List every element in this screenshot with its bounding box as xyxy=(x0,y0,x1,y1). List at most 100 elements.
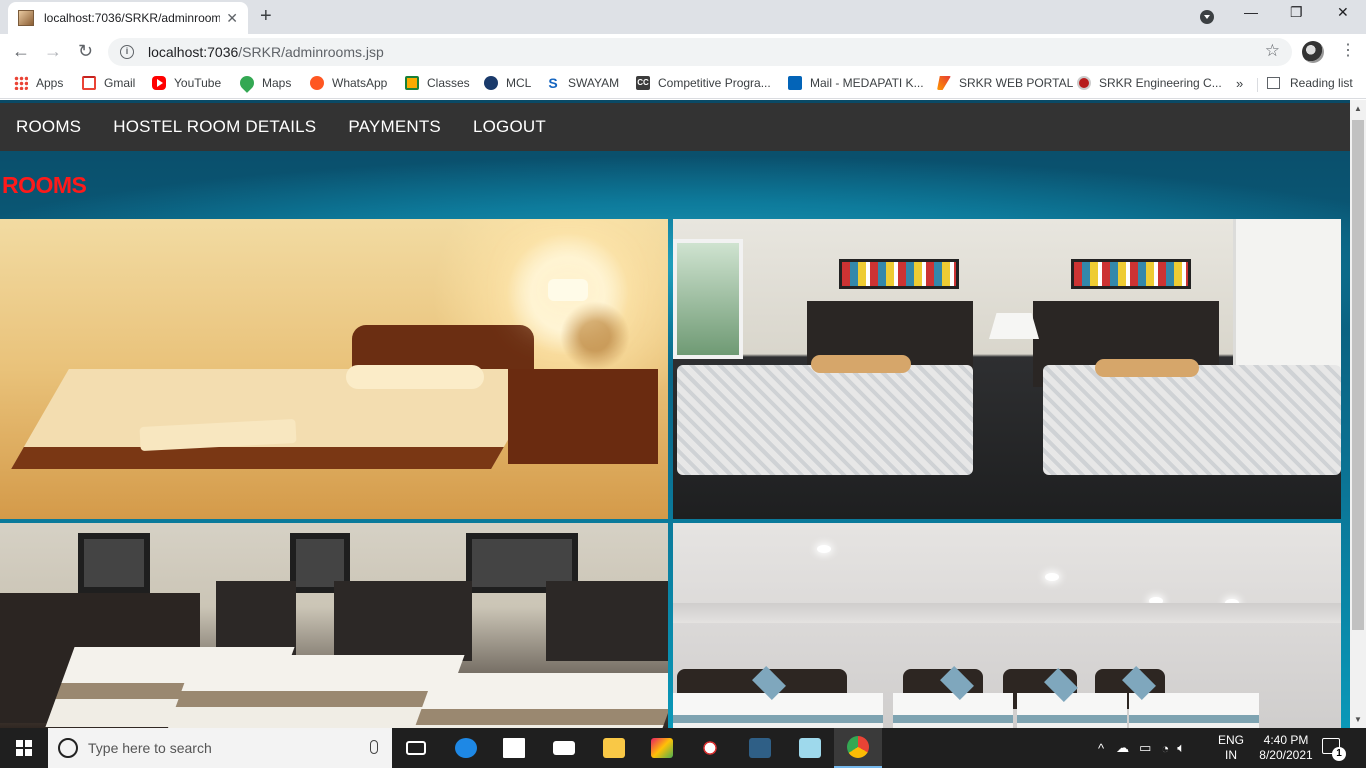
forward-button[interactable]: → xyxy=(44,41,62,62)
onedrive-cloud-icon[interactable]: ☁ xyxy=(1116,740,1129,756)
cc-icon: CC xyxy=(636,76,650,90)
search-placeholder: Type here to search xyxy=(88,740,212,756)
srkr-college-icon xyxy=(1077,76,1091,90)
bookmark-classes[interactable]: Classes xyxy=(405,76,470,90)
maps-icon xyxy=(237,73,257,93)
chrome-icon xyxy=(847,736,869,758)
close-window-button[interactable]: ✕ xyxy=(1337,4,1349,21)
youtube-icon xyxy=(152,76,166,90)
minimize-button[interactable]: — xyxy=(1244,4,1258,20)
apps-icon xyxy=(14,76,28,90)
tray-chevron-icon[interactable]: ^ xyxy=(1098,741,1104,756)
page-favicon-icon xyxy=(18,10,34,26)
taskbar-store[interactable] xyxy=(490,728,538,768)
bookmark-whatsapp[interactable]: WhatsApp xyxy=(310,76,387,90)
tab-search-icon[interactable] xyxy=(1200,10,1214,24)
room-photo-single-bed xyxy=(0,219,668,519)
battery-icon[interactable]: ▭ xyxy=(1139,740,1151,756)
site-info-icon[interactable]: i xyxy=(120,45,134,59)
taskbar-search-box[interactable]: Type here to search xyxy=(48,728,392,768)
taskbar-mail[interactable] xyxy=(540,728,588,768)
mail-icon xyxy=(553,741,575,755)
windows-logo-icon xyxy=(16,740,32,756)
bookmark-mcl[interactable]: MCL xyxy=(484,76,531,90)
gmail-icon xyxy=(82,76,96,90)
bookmarks-bar: Apps Gmail YouTube Maps WhatsApp Classes… xyxy=(0,70,1366,99)
bookmark-srkr-college[interactable]: SRKR Engineering C... xyxy=(1077,76,1222,90)
taskbar-notepad[interactable] xyxy=(786,728,834,768)
bookmark-mail[interactable]: Mail - MEDAPATI K... xyxy=(788,76,924,90)
profile-avatar[interactable] xyxy=(1302,41,1324,63)
restore-button[interactable]: ❐ xyxy=(1290,4,1303,21)
bookmark-star-icon[interactable]: ☆ xyxy=(1265,41,1280,61)
bookmark-youtube[interactable]: YouTube xyxy=(152,76,221,90)
language-indicator[interactable]: ENG IN xyxy=(1218,733,1244,763)
reading-list-icon xyxy=(1267,77,1280,89)
system-tray: ^ ☁ ▭ ◔ 🔈︎ xyxy=(1098,728,1185,768)
scrollbar-thumb[interactable] xyxy=(1352,120,1364,630)
nav-payments-link[interactable]: PAYMENTS xyxy=(332,117,457,137)
nav-hostel-room-details-link[interactable]: HOSTEL ROOM DETAILS xyxy=(97,117,332,137)
bookmark-maps[interactable]: Maps xyxy=(237,73,291,93)
taskbar-snipping-tool[interactable] xyxy=(686,728,734,768)
new-tab-button[interactable]: + xyxy=(260,5,272,28)
browser-tab[interactable]: localhost:7036/SRKR/adminroom ✕ xyxy=(8,2,248,34)
browser-toolbar: ← → ↻ i localhost:7036/SRKR/adminrooms.j… xyxy=(0,34,1366,70)
taskbar-mysql[interactable] xyxy=(736,728,784,768)
room-photo-double-queen xyxy=(673,219,1341,519)
taskbar-paint[interactable] xyxy=(638,728,686,768)
task-view-button[interactable] xyxy=(392,728,440,768)
taskbar-clock[interactable]: 4:40 PM 8/20/2021 xyxy=(1254,733,1318,763)
start-button[interactable] xyxy=(0,728,48,768)
room-photo-dormitory xyxy=(673,523,1341,728)
notification-badge: 1 xyxy=(1332,747,1346,761)
folder-icon xyxy=(603,738,625,758)
tab-title: localhost:7036/SRKR/adminroom xyxy=(44,11,220,25)
edge-icon xyxy=(455,738,477,758)
store-icon xyxy=(503,738,525,758)
srkr-portal-icon xyxy=(937,76,951,90)
url-text: localhost:7036/SRKR/adminrooms.jsp xyxy=(148,44,384,60)
bookmark-competitive-programming[interactable]: CC Competitive Progra... xyxy=(636,76,771,90)
classroom-icon xyxy=(405,76,419,90)
bookmarks-overflow-button[interactable]: » xyxy=(1236,76,1243,91)
nav-logout-link[interactable]: LOGOUT xyxy=(457,117,562,137)
tab-close-icon[interactable]: ✕ xyxy=(226,10,238,27)
browser-tab-strip: localhost:7036/SRKR/adminroom ✕ + — ❐ ✕ xyxy=(0,0,1366,34)
taskbar-chrome[interactable] xyxy=(834,728,882,768)
taskbar-file-explorer[interactable] xyxy=(590,728,638,768)
scroll-down-arrow-icon[interactable]: ▼ xyxy=(1354,715,1362,724)
reading-list-button[interactable]: Reading list xyxy=(1267,76,1353,90)
bookmark-swayam[interactable]: S SWAYAM xyxy=(546,76,619,90)
address-bar[interactable]: i localhost:7036/SRKR/adminrooms.jsp ☆ xyxy=(108,38,1292,66)
bookmark-srkr-portal[interactable]: SRKR WEB PORTAL xyxy=(937,76,1073,90)
swayam-icon: S xyxy=(548,75,558,91)
bookmark-gmail[interactable]: Gmail xyxy=(82,76,135,90)
snipping-tool-icon xyxy=(699,738,721,758)
task-view-icon xyxy=(406,741,426,755)
paint-icon xyxy=(651,738,673,758)
volume-icon[interactable]: 🔈︎ xyxy=(1177,740,1185,756)
bookmark-apps[interactable]: Apps xyxy=(14,76,63,90)
database-icon xyxy=(749,738,771,758)
browser-menu-icon[interactable]: ⋮ xyxy=(1340,40,1356,60)
page-viewport: ROOMS HOSTEL ROOM DETAILS PAYMENTS LOGOU… xyxy=(0,100,1350,728)
page-scrollbar[interactable]: ▲ ▼ xyxy=(1350,100,1366,728)
whatsapp-icon xyxy=(310,76,324,90)
back-button[interactable]: ← xyxy=(12,41,30,62)
microphone-icon[interactable] xyxy=(370,740,378,754)
scroll-up-arrow-icon[interactable]: ▲ xyxy=(1354,104,1362,113)
page-title: ROOMS xyxy=(2,172,87,198)
mcl-icon xyxy=(484,76,498,90)
wifi-icon[interactable]: ◔ xyxy=(1161,741,1169,756)
taskbar-edge[interactable] xyxy=(442,728,490,768)
notepad-icon xyxy=(799,738,821,758)
outlook-icon xyxy=(788,76,802,90)
cortana-icon xyxy=(58,738,78,758)
reload-button[interactable]: ↻ xyxy=(78,41,93,62)
room-photo-twin-beds xyxy=(0,523,668,728)
bookmarks-divider xyxy=(1257,78,1258,92)
site-navbar: ROOMS HOSTEL ROOM DETAILS PAYMENTS LOGOU… xyxy=(0,103,1350,151)
windows-taskbar: Type here to search ^ ☁ ▭ ◔ 🔈︎ ENG IN 4:… xyxy=(0,728,1366,768)
nav-rooms-link[interactable]: ROOMS xyxy=(0,117,97,137)
